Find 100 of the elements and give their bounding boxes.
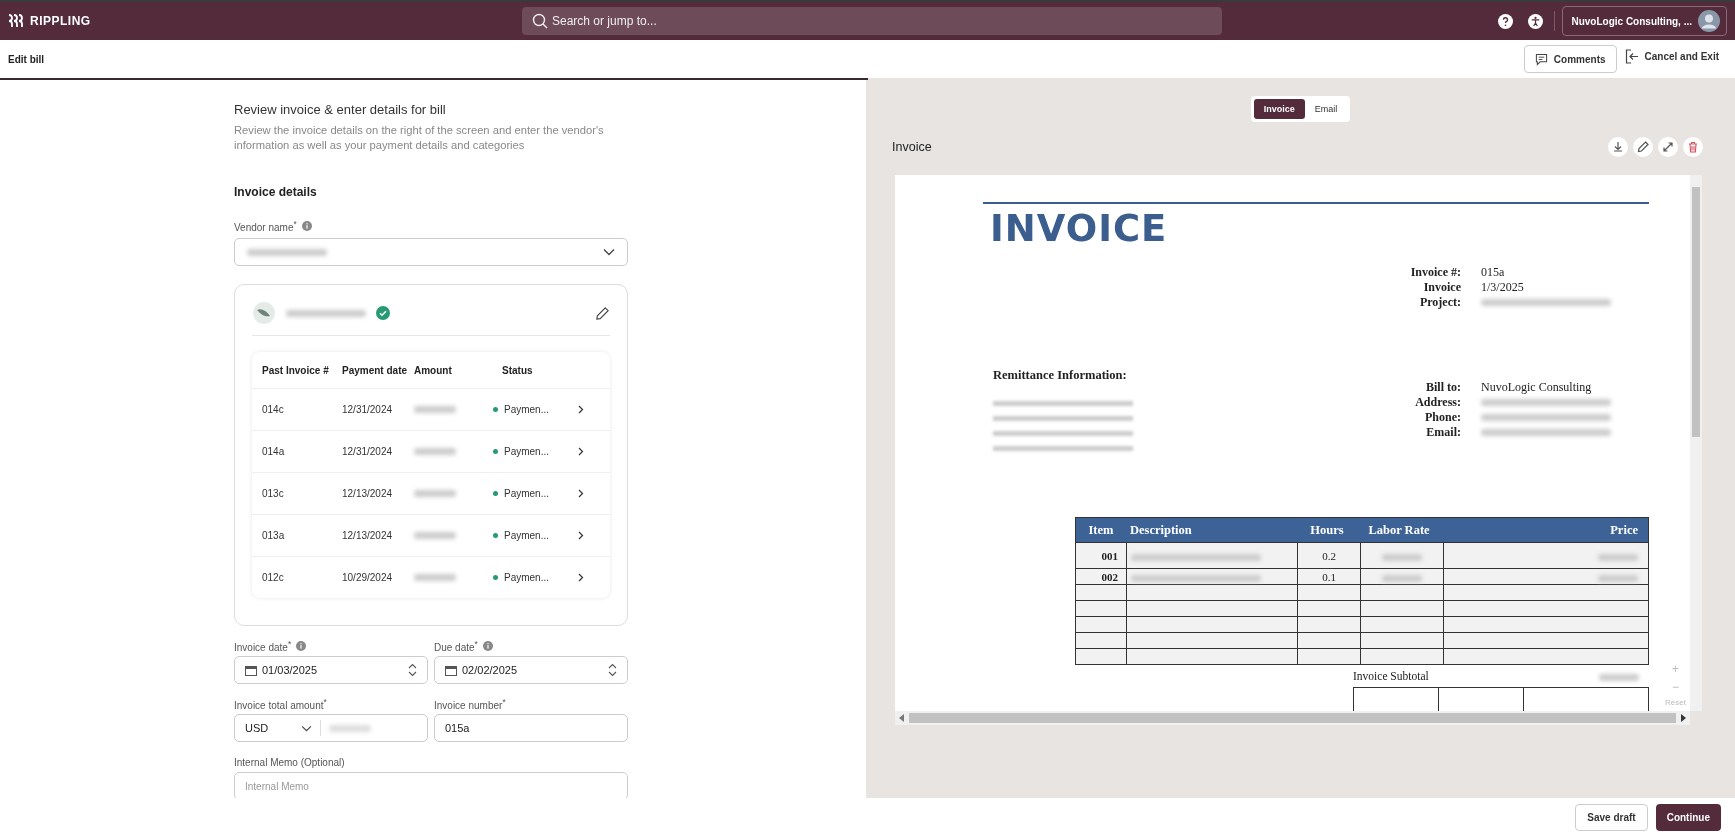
invoice-row[interactable]: 013a 12/13/2024 Paymen... [252, 514, 610, 556]
edit-icon[interactable] [1633, 137, 1653, 157]
info-icon[interactable] [301, 221, 312, 231]
table-cell-text: 12/13/2024 [342, 530, 394, 541]
calendar-icon [245, 664, 257, 676]
meta-label: Project: [1418, 295, 1461, 310]
invoice-row[interactable]: 014a 12/31/2024 Paymen... [252, 430, 610, 472]
status-text: Paymen... [504, 572, 550, 583]
delete-icon[interactable] [1683, 137, 1703, 157]
status-dot [493, 533, 498, 538]
blurred-text [1599, 673, 1639, 681]
column-header: Amount [414, 364, 453, 376]
scroll-left-icon[interactable] [899, 714, 905, 722]
section-title: Invoice details [234, 185, 318, 199]
table-cell-text: 10/29/2024 [342, 572, 394, 583]
invoice-row[interactable]: 014c 12/31/2024 Paymen... [252, 388, 610, 430]
meta-value: 015a [1481, 265, 1505, 280]
column-header: Description [1129, 521, 1193, 539]
help-icon[interactable] [1498, 13, 1514, 29]
cancel-exit-button[interactable]: Cancel and Exit [1624, 48, 1727, 70]
continue-button[interactable]: Continue [1655, 803, 1721, 831]
field-label: Internal Memo (Optional) [234, 756, 345, 768]
calendar-icon [445, 664, 457, 676]
meta-value: NuvoLogic Consulting [1481, 380, 1592, 395]
blurred-text [1382, 575, 1422, 582]
invoice-row[interactable]: 013c 12/13/2024 Paymen... [252, 472, 610, 514]
stepper-icon [408, 663, 417, 677]
status-dot [493, 449, 498, 454]
field-label: Invoice total amount$^{*}$ [234, 696, 327, 712]
table-cell-text: 002 [1100, 569, 1119, 584]
subtotal-label: Invoice Subtotal [1353, 670, 1430, 682]
form-heading: Review invoice & enter details for bill [234, 102, 447, 117]
table-cell-text: 12/31/2024 [342, 404, 394, 415]
table-cell-text: 013a [262, 530, 286, 541]
status-dot [493, 407, 498, 412]
blurred-text [414, 406, 456, 413]
blurred-text [414, 448, 456, 455]
comments-button[interactable]: Comments [1523, 45, 1617, 73]
blurred-text [414, 490, 456, 497]
date-field[interactable]: 02/02/2025 [434, 656, 628, 684]
column-header: Past Invoice # [262, 364, 330, 376]
status-dot [493, 491, 498, 496]
status-text: Paymen... [504, 488, 550, 499]
search-icon [532, 13, 548, 29]
chevron-down-icon [301, 724, 312, 732]
vertical-scrollbar[interactable] [1690, 175, 1702, 711]
avatar-icon [1698, 10, 1720, 32]
logo[interactable]: RIPPLING [8, 14, 522, 28]
meta-label: Email: [1425, 425, 1461, 440]
field-label: Due date$^{*}$ [434, 638, 478, 654]
accessibility-icon[interactable] [1528, 13, 1544, 29]
download-icon[interactable] [1608, 137, 1628, 157]
stepper-icon [608, 663, 617, 677]
chevron-right-icon [578, 489, 584, 498]
chevron-right-icon [578, 447, 584, 456]
amount-field[interactable]: USD [234, 714, 428, 742]
blurred-text [414, 532, 456, 539]
remittance-heading: Remittance Information: [993, 368, 1128, 383]
chevron-right-icon [578, 573, 584, 582]
field-label: Invoice date$^{*}$ [234, 638, 292, 654]
document-title: INVOICE [990, 207, 1169, 251]
blurred-text [329, 724, 371, 732]
scroll-right-icon[interactable] [1680, 714, 1686, 722]
memo-field[interactable]: Internal Memo [234, 772, 628, 798]
form-description: Review the invoice details on the right of the screen and enter the vendor's information as well as your payment details and categories [234, 123, 605, 153]
edit-icon[interactable] [595, 305, 610, 321]
meta-value: 1/3/2025 [1481, 280, 1524, 295]
status-text: Paymen... [504, 446, 550, 457]
horizontal-scrollbar[interactable] [895, 711, 1690, 725]
info-icon[interactable] [296, 641, 307, 651]
expand-icon[interactable] [1658, 137, 1678, 157]
date-field[interactable]: 01/03/2025 [234, 656, 428, 684]
invoice-row[interactable]: 012c 10/29/2024 Paymen... [252, 556, 610, 598]
save-draft-button[interactable]: Save draft [1575, 803, 1648, 831]
blurred-text [1598, 554, 1638, 561]
chevron-down-icon [603, 248, 615, 256]
account-switcher[interactable]: NuvoLogic Consulting, ... [1562, 6, 1727, 36]
column-header: Labor Rate [1367, 521, 1431, 539]
meta-label: Address: [1414, 395, 1461, 410]
column-header: Price [1609, 521, 1639, 539]
table-cell-text: 013c [262, 488, 285, 499]
column-header: Item [1087, 521, 1115, 539]
view-tab[interactable]: Invoice [1253, 99, 1305, 119]
info-icon[interactable] [482, 641, 493, 651]
column-header: Status [501, 364, 534, 376]
meta-label: Invoice [1422, 280, 1461, 295]
table-cell-text: 014c [262, 404, 285, 415]
field-label: Vendor name$^{*}$ [234, 218, 297, 234]
table-cell-text: 014a [262, 446, 286, 457]
logo-icon [8, 14, 24, 28]
currency-select[interactable]: USD [245, 722, 293, 734]
table-cell-text: 012c [262, 572, 285, 583]
column-header: Payment date [342, 364, 409, 376]
search-field[interactable]: Search or jump to... [522, 7, 1222, 35]
status-text: Paymen... [504, 404, 550, 415]
table-cell-text: 12/31/2024 [342, 446, 394, 457]
viewer-title: Invoice [892, 140, 932, 154]
comment-icon [1534, 52, 1548, 66]
table-cell-text: 001 [1100, 548, 1119, 564]
invoice-number-field[interactable]: 015a [434, 714, 628, 742]
